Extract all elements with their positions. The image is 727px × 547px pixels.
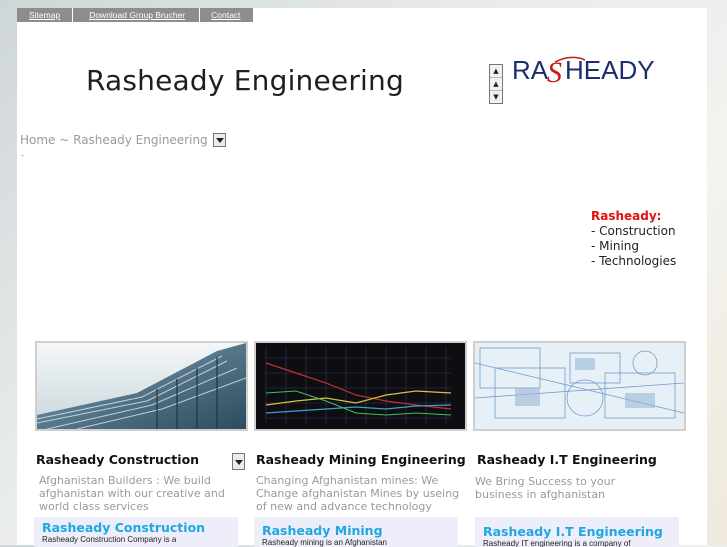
header-scroll-control[interactable]: ▲ ▲ ▼ (489, 64, 503, 104)
page-container: Sitemap Download Group Brucher Contact R… (17, 8, 707, 547)
mining-panel[interactable]: Rasheady Mining Rasheady mining is an Af… (254, 517, 458, 547)
top-nav: Sitemap Download Group Brucher Contact (17, 8, 254, 22)
breadcrumb: Home ~ Rasheady Engineering (20, 132, 226, 148)
it-description: We Bring Success to your business in afg… (475, 475, 616, 501)
construction-title-text[interactable]: Rasheady Construction Engineering (36, 452, 199, 467)
it-title[interactable]: Rasheady I.T Engineering (477, 452, 657, 467)
breadcrumb-dropdown-icon[interactable] (212, 132, 226, 147)
mining-chart-photo (256, 343, 465, 429)
it-blueprint-photo (475, 343, 684, 429)
it-panel-title[interactable]: Rasheady I.T Engineering (483, 525, 671, 539)
company-logo: RA S HEADY (512, 55, 655, 89)
scroll-up-icon[interactable]: ▲ (490, 65, 502, 78)
site-title: Rasheady Engineering (86, 64, 404, 97)
construction-description: Afghanistan Builders : We build afghanis… (39, 474, 225, 513)
scroll-down-icon[interactable]: ▼ (490, 91, 502, 103)
construction-thumbnail[interactable] (35, 341, 248, 431)
it-thumbnail[interactable] (473, 341, 686, 431)
nav-sitemap-link[interactable]: Sitemap (17, 8, 73, 22)
mining-thumbnail[interactable] (254, 341, 467, 431)
nav-contact-link[interactable]: Contact (200, 8, 254, 22)
side-info-box: Rasheady: - Construction - Mining - Tech… (591, 209, 676, 269)
nav-download-brochure-link[interactable]: Download Group Brucher (73, 8, 200, 22)
building-photo (37, 343, 246, 429)
construction-panel-text: Rasheady Construction Company is a (42, 535, 177, 544)
mining-panel-text: Rasheady mining is an Afghanistan (262, 538, 387, 547)
side-info-item-technologies: - Technologies (591, 254, 677, 268)
side-info-item-mining: - Mining (591, 239, 639, 253)
mining-title[interactable]: Rasheady Mining Engineering (256, 452, 466, 467)
mining-description: Changing Afghanistan mines: We Change af… (256, 474, 460, 513)
scroll-up-icon[interactable]: ▲ (490, 78, 502, 91)
side-info-heading: Rasheady: (591, 209, 662, 223)
side-info-item-construction: - Construction (591, 224, 676, 238)
construction-dropdown-icon[interactable] (232, 453, 245, 470)
construction-panel[interactable]: Rasheady Construction Rasheady Construct… (34, 517, 238, 547)
breadcrumb-text: Home ~ Rasheady Engineering (20, 133, 208, 147)
breadcrumb-dash: - (21, 151, 24, 160)
it-panel[interactable]: Rasheady I.T Engineering Rasheady IT eng… (475, 517, 679, 547)
construction-title[interactable]: Rasheady Construction Engineering (36, 452, 226, 467)
construction-panel-title[interactable]: Rasheady Construction (42, 521, 230, 535)
mining-panel-title[interactable]: Rasheady Mining (262, 524, 450, 538)
logo-text-ra: RA (512, 55, 549, 85)
logo-text-heady: HEADY (565, 55, 655, 85)
it-panel-text: Rasheady IT engineering is a company of (483, 539, 631, 547)
logo-text-s: S (547, 56, 562, 89)
